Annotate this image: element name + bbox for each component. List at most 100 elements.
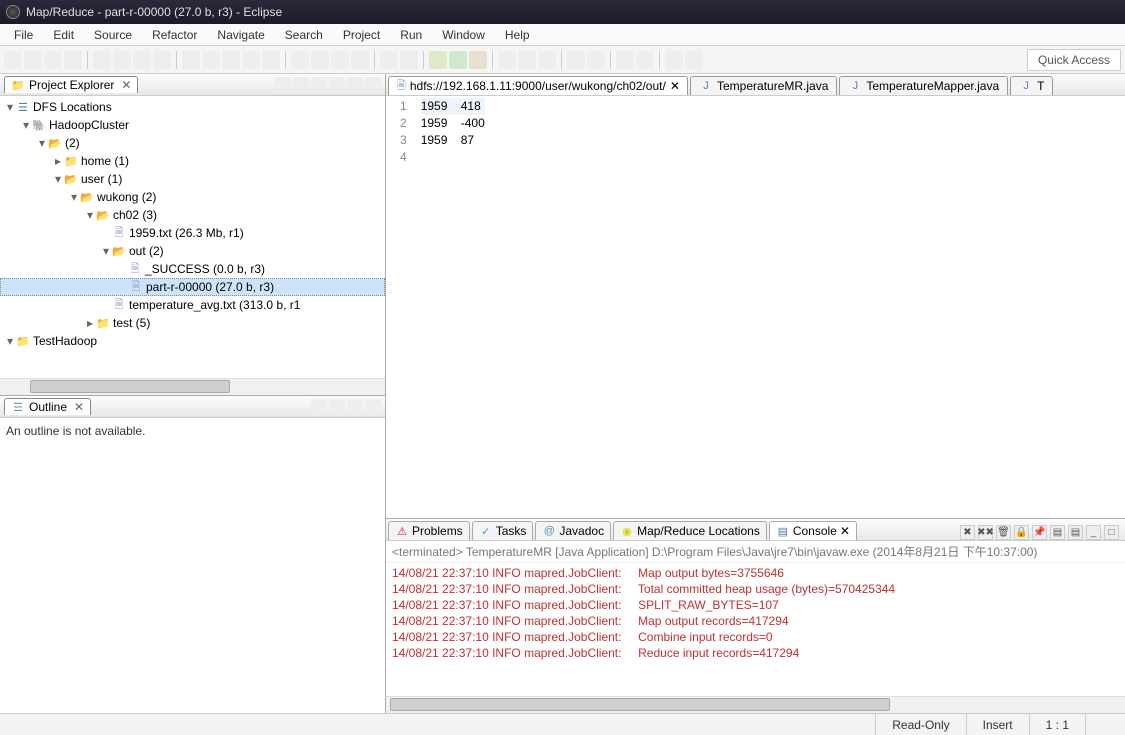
menu-file[interactable]: File [4, 26, 43, 44]
open-console-button[interactable]: ▤ [1068, 525, 1083, 540]
outline-menu-button[interactable] [329, 399, 345, 415]
drop-to-frame-button[interactable] [242, 51, 260, 69]
prev-annotation-button[interactable] [636, 51, 654, 69]
maximize-button[interactable]: □ [1104, 525, 1119, 540]
menu-window[interactable]: Window [432, 26, 495, 44]
resume-button[interactable] [93, 51, 111, 69]
tree-out[interactable]: ▾📂out (2) [0, 242, 385, 260]
run-last-button[interactable] [469, 51, 487, 69]
close-icon[interactable]: ✕ [670, 79, 680, 93]
minimize-button[interactable] [347, 399, 363, 415]
tree-success[interactable]: 🗎_SUCCESS (0.0 b, r3) [0, 260, 385, 278]
menu-run[interactable]: Run [390, 26, 432, 44]
collapse-all-button[interactable] [275, 77, 291, 93]
editor-code[interactable]: 1959 4181959 -400 1959 87 [413, 96, 493, 518]
menu-help[interactable]: Help [495, 26, 540, 44]
clear-console-button[interactable]: 🗑 [996, 525, 1011, 540]
step-into-button[interactable] [182, 51, 200, 69]
editor-tab-overflow[interactable]: JT [1010, 76, 1053, 95]
maximize-button[interactable] [365, 77, 381, 93]
annotation-button[interactable] [587, 51, 605, 69]
tree-home[interactable]: ▸📁home (1) [0, 152, 385, 170]
minimize-button[interactable] [347, 77, 363, 93]
debug-button[interactable] [429, 51, 447, 69]
close-icon[interactable]: ✕ [121, 78, 131, 92]
tree-user[interactable]: ▾📂user (1) [0, 170, 385, 188]
editor-tab-temperaturemr[interactable]: JTemperatureMR.java [690, 76, 837, 95]
tree-test[interactable]: ▸📁test (5) [0, 314, 385, 332]
tree-1959-txt[interactable]: 🗎1959.txt (26.3 Mb, r1) [0, 224, 385, 242]
menu-refactor[interactable]: Refactor [142, 26, 207, 44]
display-console-button[interactable]: ▤ [1050, 525, 1065, 540]
new-button[interactable] [4, 51, 22, 69]
new-folder-button[interactable] [518, 51, 536, 69]
tree-temperature-avg[interactable]: 🗎temperature_avg.txt (313.0 b, r1 [0, 296, 385, 314]
new-file-button[interactable] [538, 51, 556, 69]
view-menu-button[interactable] [329, 77, 345, 93]
new-java-button[interactable] [311, 51, 329, 69]
tree-wukong[interactable]: ▾📂wukong (2) [0, 188, 385, 206]
build-button[interactable] [291, 51, 309, 69]
project-explorer-tab[interactable]: 📁 Project Explorer ✕ [4, 76, 138, 93]
tree-testhadoop[interactable]: ▾📁TestHadoop [0, 332, 385, 350]
close-icon[interactable]: ✕ [74, 400, 84, 414]
tab-problems[interactable]: ⚠Problems [388, 521, 470, 540]
tree-part-r-00000[interactable]: 🗎part-r-00000 (27.0 b, r3) [0, 278, 385, 296]
maximize-button[interactable] [365, 399, 381, 415]
forward-button[interactable] [685, 51, 703, 69]
tab-tasks[interactable]: ✓Tasks [472, 521, 534, 540]
tree-dfs-locations[interactable]: ▾☰DFS Locations [0, 98, 385, 116]
project-tree[interactable]: ▾☰DFS Locations ▾🐘HadoopCluster ▾📂(2) ▸📁… [0, 96, 385, 378]
quick-access[interactable]: Quick Access [1027, 49, 1121, 71]
step-filters-button[interactable] [262, 51, 280, 69]
remove-all-button[interactable]: ✖✖ [978, 525, 993, 540]
menu-edit[interactable]: Edit [43, 26, 84, 44]
menu-project[interactable]: Project [333, 26, 390, 44]
menu-search[interactable]: Search [275, 26, 333, 44]
scrollbar-thumb[interactable] [30, 380, 230, 393]
new-package-button[interactable] [331, 51, 349, 69]
step-over-button[interactable] [202, 51, 220, 69]
tree-hadoop-cluster[interactable]: ▾🐘HadoopCluster [0, 116, 385, 134]
scroll-lock-button[interactable]: 🔒 [1014, 525, 1029, 540]
back-button[interactable] [665, 51, 683, 69]
editor-tab-temperaturemapper[interactable]: JTemperatureMapper.java [839, 76, 1008, 95]
link-editor-button[interactable] [293, 77, 309, 93]
suspend-button[interactable] [113, 51, 131, 69]
step-return-button[interactable] [222, 51, 240, 69]
tree-scrollbar[interactable] [0, 378, 385, 395]
pin-console-button[interactable]: 📌 [1032, 525, 1047, 540]
terminate-button[interactable] [133, 51, 151, 69]
tab-javadoc[interactable]: @Javadoc [535, 521, 611, 540]
print-button[interactable] [64, 51, 82, 69]
minimize-button[interactable]: _ [1086, 525, 1101, 540]
close-icon[interactable]: ✕ [840, 524, 850, 538]
tab-console[interactable]: ▤Console✕ [769, 521, 857, 540]
tab-label: Problems [412, 524, 463, 538]
next-annotation-button[interactable] [616, 51, 634, 69]
run-button[interactable] [449, 51, 467, 69]
code-line: 1959 -400 [421, 116, 485, 130]
tree-ch02[interactable]: ▾📂ch02 (3) [0, 206, 385, 224]
new-class-button[interactable] [351, 51, 369, 69]
search-button[interactable] [567, 51, 585, 69]
remove-launch-button[interactable]: ✖ [960, 525, 975, 540]
save-button[interactable] [24, 51, 42, 69]
open-type-button[interactable] [380, 51, 398, 69]
tree-root-folder[interactable]: ▾📂(2) [0, 134, 385, 152]
save-all-button[interactable] [44, 51, 62, 69]
scrollbar-thumb[interactable] [390, 698, 890, 711]
console-output[interactable]: 14/08/21 22:37:10 INFO mapred.JobClient:… [386, 563, 1125, 696]
tab-mapreduce-locations[interactable]: ◉Map/Reduce Locations [613, 521, 767, 540]
menu-source[interactable]: Source [84, 26, 142, 44]
outline-focus-button[interactable] [311, 399, 327, 415]
console-scrollbar[interactable] [386, 696, 1125, 713]
disconnect-button[interactable] [153, 51, 171, 69]
editor-body[interactable]: 1234 1959 4181959 -400 1959 87 [386, 96, 1125, 518]
toggle-breadcrumb-button[interactable] [400, 51, 418, 69]
menu-navigate[interactable]: Navigate [207, 26, 274, 44]
new-project-button[interactable] [498, 51, 516, 69]
focus-button[interactable] [311, 77, 327, 93]
outline-tab[interactable]: ☰ Outline ✕ [4, 398, 91, 415]
editor-tab-hdfs[interactable]: 🗎hdfs://192.168.1.11:9000/user/wukong/ch… [388, 76, 688, 95]
